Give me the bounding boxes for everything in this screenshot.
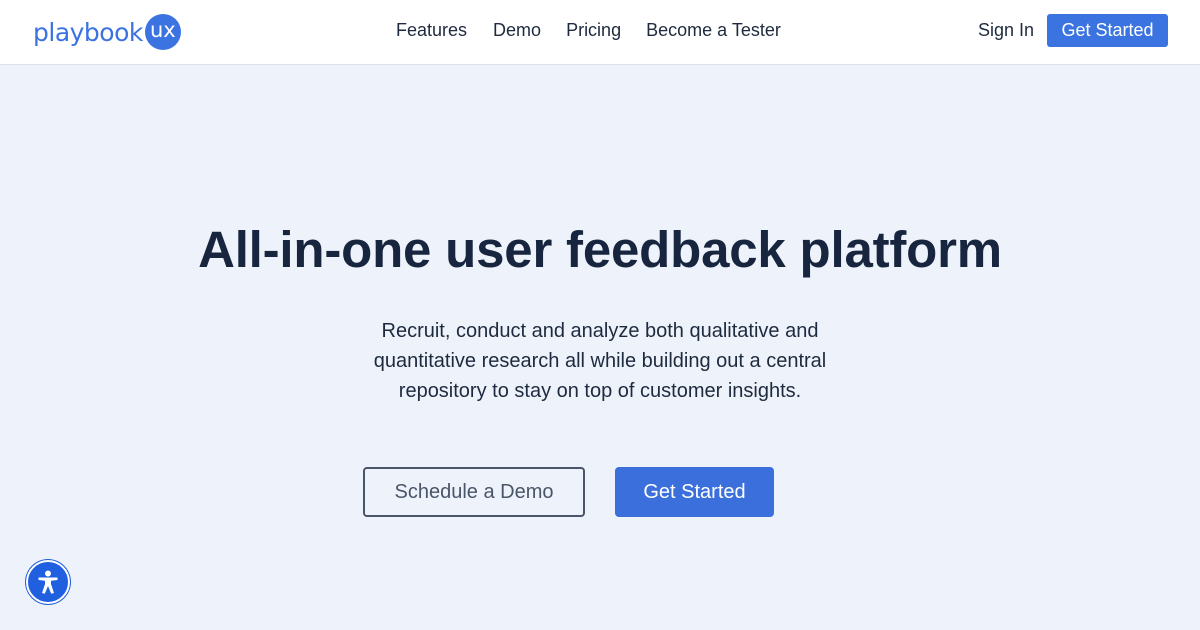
nav-link-features[interactable]: Features — [396, 19, 467, 41]
hero-subtitle-line: Recruit, conduct and analyze both qualit… — [381, 320, 819, 342]
hero-get-started-button[interactable]: Get Started — [615, 467, 774, 517]
hero-subtitle-line: quantitative research all while building… — [373, 350, 827, 372]
top-navigation-bar: playbook ux Features Demo Pricing Become… — [0, 0, 1200, 65]
logo-wordmark: playbook — [33, 17, 143, 47]
hero-subtitle-line: repository to stay on top of customer in… — [398, 380, 802, 402]
accessibility-button[interactable] — [26, 560, 70, 604]
nav-get-started-button[interactable]: Get Started — [1047, 14, 1168, 47]
primary-nav: Features Demo Pricing Become a Tester — [396, 19, 781, 41]
hero-title: All-in-one user feedback platform — [198, 221, 1002, 278]
accessibility-person-icon — [38, 570, 58, 594]
nav-link-demo[interactable]: Demo — [493, 19, 541, 41]
schedule-demo-button[interactable]: Schedule a Demo — [363, 467, 585, 517]
nav-link-become-a-tester[interactable]: Become a Tester — [646, 19, 781, 41]
logo-badge: ux — [144, 14, 181, 50]
hero-subtitle: Recruit, conduct and analyze both qualit… — [330, 316, 870, 406]
playbook-ux-logo[interactable]: playbook ux — [33, 14, 181, 50]
nav-link-pricing[interactable]: Pricing — [566, 19, 621, 41]
sign-in-link[interactable]: Sign In — [978, 19, 1034, 41]
